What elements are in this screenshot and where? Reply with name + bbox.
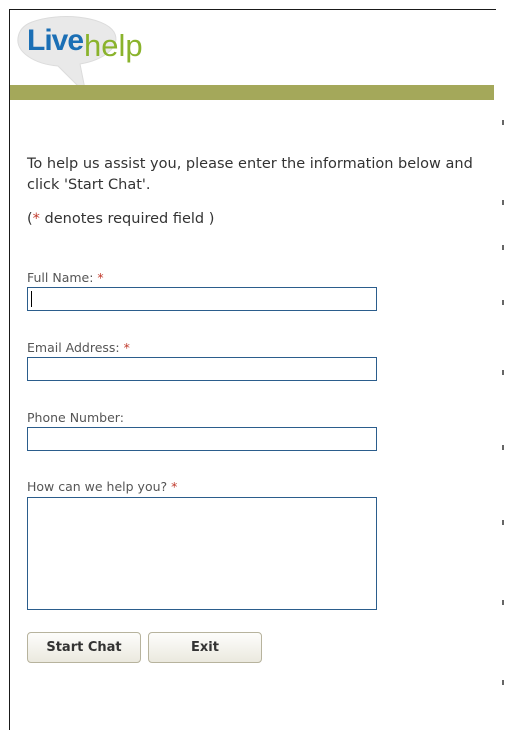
full-name-label-text: Full Name: [27,270,94,285]
email-label-text: Email Address: [27,340,120,355]
phone-label: Phone Number: [27,410,124,425]
required-star: * [171,479,178,494]
header-divider-bar [10,85,494,100]
message-label: How can we help you? * [27,479,177,494]
full-name-label: Full Name: * [27,270,104,285]
gutter-mark [502,520,504,525]
message-label-text: How can we help you? [27,479,168,494]
gutter-mark [502,600,504,605]
livehelp-logo: Livehelp [27,22,143,63]
required-star: * [97,270,104,285]
required-note-text: denotes required field ) [39,211,215,227]
phone-label-text: Phone Number: [27,410,124,425]
required-field-note: (* denotes required field ) [27,211,214,227]
exit-button[interactable]: Exit [148,632,262,663]
gutter-mark [502,370,504,375]
gutter-mark [502,680,504,685]
logo-help-text: help [84,28,143,63]
email-input[interactable] [27,357,377,381]
text-caret [31,291,32,307]
intro-text: To help us assist you, please enter the … [27,156,473,193]
window-left-border [9,9,10,730]
gutter-mark [502,200,504,205]
gutter-mark [502,120,504,125]
gutter-mark [502,245,504,250]
message-textarea[interactable] [27,497,377,610]
gutter-mark [502,300,504,305]
gutter-mark [502,445,504,450]
phone-input[interactable] [27,427,377,451]
email-label: Email Address: * [27,340,130,355]
required-star: * [32,211,40,227]
logo-live-text: Live [27,24,84,57]
required-star: * [123,340,130,355]
start-chat-button[interactable]: Start Chat [27,632,141,663]
full-name-input[interactable] [27,287,377,311]
